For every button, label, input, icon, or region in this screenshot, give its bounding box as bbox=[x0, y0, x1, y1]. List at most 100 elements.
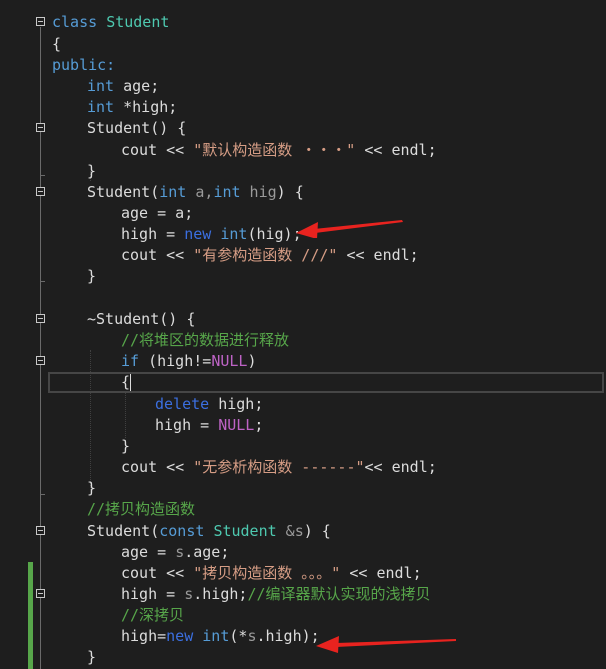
code-line[interactable]: Student(int a,int hig) { bbox=[87, 182, 304, 203]
code-line[interactable]: age = a; bbox=[121, 203, 193, 224]
code-text: cout << bbox=[121, 564, 194, 582]
string-literal: "无参析构函数 ------" bbox=[193, 458, 365, 476]
code-line[interactable]: cout << "默认构造函数 ・・・" << endl; bbox=[121, 140, 437, 161]
code-line[interactable]: cout << "有参构造函数 ///" << endl; bbox=[121, 245, 419, 266]
code-line[interactable]: ~Student() { bbox=[87, 309, 195, 330]
code-line[interactable]: } bbox=[87, 161, 96, 182]
brace: } bbox=[87, 162, 97, 180]
fold-minus-icon[interactable] bbox=[36, 17, 45, 26]
type-keyword: int bbox=[220, 225, 248, 243]
param: s bbox=[175, 543, 185, 561]
brace: } bbox=[121, 437, 131, 455]
param: s bbox=[184, 585, 194, 603]
code-editor[interactable]: class Student { public: int age; int *hi… bbox=[0, 0, 606, 669]
code-text: Student( bbox=[87, 522, 160, 540]
code-line[interactable]: high = new int(hig); bbox=[121, 224, 302, 245]
code-line[interactable]: //深拷贝 bbox=[121, 605, 184, 626]
indent-guide bbox=[125, 393, 126, 438]
text-caret bbox=[130, 374, 132, 391]
indent-guide bbox=[90, 350, 91, 490]
code-line[interactable]: } bbox=[87, 478, 96, 499]
code-text: << endl; bbox=[364, 458, 437, 476]
comment: //将堆区的数据进行释放 bbox=[121, 331, 290, 349]
fold-minus-icon[interactable] bbox=[36, 356, 45, 365]
class-name: Student bbox=[213, 522, 277, 540]
comment: //深拷贝 bbox=[121, 606, 185, 624]
change-indicator bbox=[28, 562, 33, 669]
param: hig bbox=[240, 183, 277, 201]
code-text: .age; bbox=[184, 543, 230, 561]
comment: //拷贝构造函数 bbox=[87, 500, 196, 518]
class-name: Student bbox=[106, 13, 170, 31]
code-line[interactable]: high=new int(*s.high); bbox=[121, 626, 320, 647]
red-arrow-icon bbox=[316, 636, 456, 653]
code-text: age = a; bbox=[121, 204, 194, 222]
code-line[interactable]: Student(const Student &s) { bbox=[87, 521, 331, 542]
code-line[interactable]: delete high; bbox=[155, 394, 263, 415]
param: a, bbox=[186, 183, 214, 201]
code-text: << endl; bbox=[337, 246, 419, 264]
code-text: cout << bbox=[121, 458, 194, 476]
code-text: high; bbox=[209, 395, 264, 413]
code-line[interactable]: { bbox=[121, 372, 132, 393]
macro-null: NULL bbox=[211, 352, 248, 370]
code-text: high = bbox=[121, 225, 185, 243]
fold-line bbox=[40, 27, 41, 123]
code-text: cout << bbox=[121, 141, 194, 159]
keyword: class bbox=[52, 13, 98, 31]
code-text: age = bbox=[121, 543, 176, 561]
code-text: ~Student() { bbox=[87, 310, 196, 328]
code-line[interactable]: int age; bbox=[87, 76, 159, 97]
fold-minus-icon[interactable] bbox=[36, 123, 45, 132]
code-line[interactable]: high = s.high;//编译器默认实现的浅拷贝 bbox=[121, 584, 431, 605]
code-line[interactable]: } bbox=[87, 647, 96, 668]
code-text: age; bbox=[114, 77, 160, 95]
param: &s bbox=[276, 522, 304, 540]
code-text: ) { bbox=[303, 522, 331, 540]
code-line[interactable]: public: bbox=[52, 55, 115, 76]
code-text: high = bbox=[155, 416, 219, 434]
code-text: ; bbox=[254, 416, 264, 434]
code-text: .high); bbox=[256, 627, 320, 645]
brace: } bbox=[87, 479, 97, 497]
fold-line bbox=[40, 196, 41, 314]
fold-minus-icon[interactable] bbox=[36, 526, 45, 535]
code-text: *high; bbox=[114, 98, 178, 116]
keyword-const: const bbox=[159, 522, 205, 540]
red-arrow-icon bbox=[296, 220, 403, 238]
code-line[interactable]: Student() { bbox=[87, 118, 186, 139]
code-text: Student() { bbox=[87, 119, 187, 137]
fold-end bbox=[40, 494, 45, 495]
code-line[interactable]: cout << "无参析构函数 ------"<< endl; bbox=[121, 457, 437, 478]
current-line-highlight bbox=[48, 372, 604, 393]
code-line[interactable]: } bbox=[121, 436, 130, 457]
fold-minus-icon[interactable] bbox=[36, 314, 45, 323]
code-text: ) { bbox=[276, 183, 304, 201]
fold-end bbox=[40, 281, 45, 282]
code-line[interactable]: high = NULL; bbox=[155, 415, 263, 436]
type-keyword: int bbox=[202, 627, 230, 645]
fold-line bbox=[40, 598, 41, 669]
string-literal: "拷贝构造函数 。。。" bbox=[193, 564, 341, 582]
keyword-new: new bbox=[184, 225, 212, 243]
code-line[interactable]: class Student bbox=[52, 12, 169, 33]
code-text: .high; bbox=[193, 585, 248, 603]
string-literal: "有参构造函数 ///" bbox=[193, 246, 338, 264]
code-line[interactable]: //拷贝构造函数 bbox=[87, 499, 195, 520]
code-text: Student( bbox=[87, 183, 160, 201]
code-line[interactable]: { bbox=[52, 34, 61, 55]
code-text: high= bbox=[121, 627, 167, 645]
code-line[interactable]: age = s.age; bbox=[121, 542, 229, 563]
code-line[interactable]: } bbox=[87, 266, 96, 287]
fold-minus-icon[interactable] bbox=[36, 187, 45, 196]
type-keyword: int bbox=[87, 77, 115, 95]
fold-line bbox=[40, 323, 41, 356]
code-text: ) bbox=[247, 352, 257, 370]
fold-line bbox=[40, 132, 41, 187]
code-line[interactable]: cout << "拷贝构造函数 。。。" << endl; bbox=[121, 563, 422, 584]
code-line[interactable]: if (high!=NULL) bbox=[121, 351, 256, 372]
code-line[interactable]: int *high; bbox=[87, 97, 177, 118]
code-line[interactable]: //将堆区的数据进行释放 bbox=[121, 330, 289, 351]
fold-minus-icon[interactable] bbox=[36, 589, 45, 598]
